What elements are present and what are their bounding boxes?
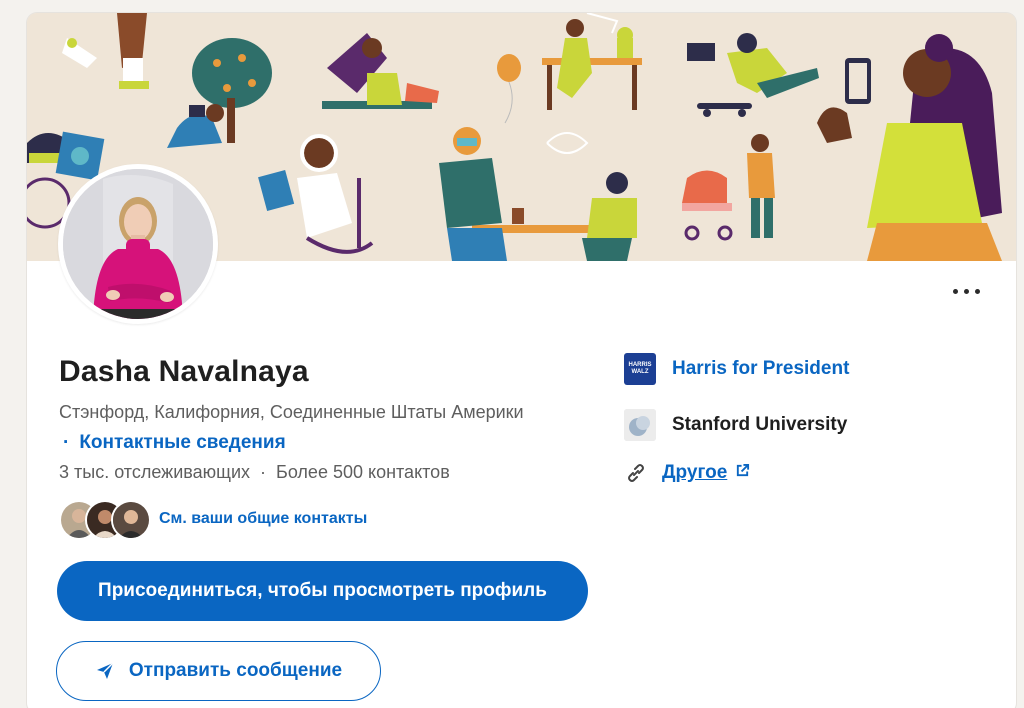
contact-info-row: · Контактные сведения <box>59 432 286 454</box>
mutual-avatar <box>111 500 151 540</box>
send-icon <box>96 662 114 679</box>
mutual-connections-link[interactable]: См. ваши общие контакты <box>159 510 367 528</box>
profile-card: Dasha Navalnaya Стэнфорд, Калифорния, Со… <box>27 13 1016 708</box>
other-website-item[interactable]: Другое <box>624 461 750 485</box>
mutual-connections: См. ваши общие контакты <box>59 499 367 540</box>
harris-walz-logo: HARRIS WALZ <box>624 353 656 385</box>
current-company[interactable]: HARRIS WALZ Harris for President <box>624 353 849 385</box>
join-to-view-profile-button[interactable]: Присоединиться, чтобы просмотреть профил… <box>57 561 588 621</box>
ellipsis-icon <box>953 289 958 294</box>
contact-info-link[interactable]: Контактные сведения <box>79 432 285 453</box>
followers-count: 3 тыс. отслеживающих <box>59 462 250 482</box>
profile-avatar[interactable] <box>58 164 218 324</box>
ellipsis-icon <box>964 289 969 294</box>
stats-separator: · <box>260 462 266 482</box>
profile-name: Dasha Navalnaya <box>59 355 309 388</box>
stanford-logo <box>624 409 656 441</box>
profile-location: Стэнфорд, Калифорния, Соединенные Штаты … <box>59 402 524 422</box>
external-link-icon <box>737 463 750 476</box>
page-background: Dasha Navalnaya Стэнфорд, Калифорния, Со… <box>0 0 1024 708</box>
send-message-button[interactable]: Отправить сообщение <box>56 641 381 701</box>
ellipsis-icon <box>975 289 980 294</box>
mutual-avatars <box>59 499 153 540</box>
other-website-link[interactable]: Другое <box>662 462 727 484</box>
send-message-label: Отправить сообщение <box>128 660 343 681</box>
connections-count: Более 500 контактов <box>276 462 450 482</box>
company-name: Harris for President <box>672 358 850 379</box>
profile-stats: 3 тыс. отслеживающих · Более 500 контактов <box>59 462 450 483</box>
contact-bullet: · <box>63 432 70 453</box>
profile-photo <box>63 169 213 319</box>
more-options-button[interactable] <box>951 281 983 301</box>
school-name: Stanford University <box>672 414 848 435</box>
education-item[interactable]: Stanford University <box>624 409 847 441</box>
link-icon <box>628 464 644 482</box>
